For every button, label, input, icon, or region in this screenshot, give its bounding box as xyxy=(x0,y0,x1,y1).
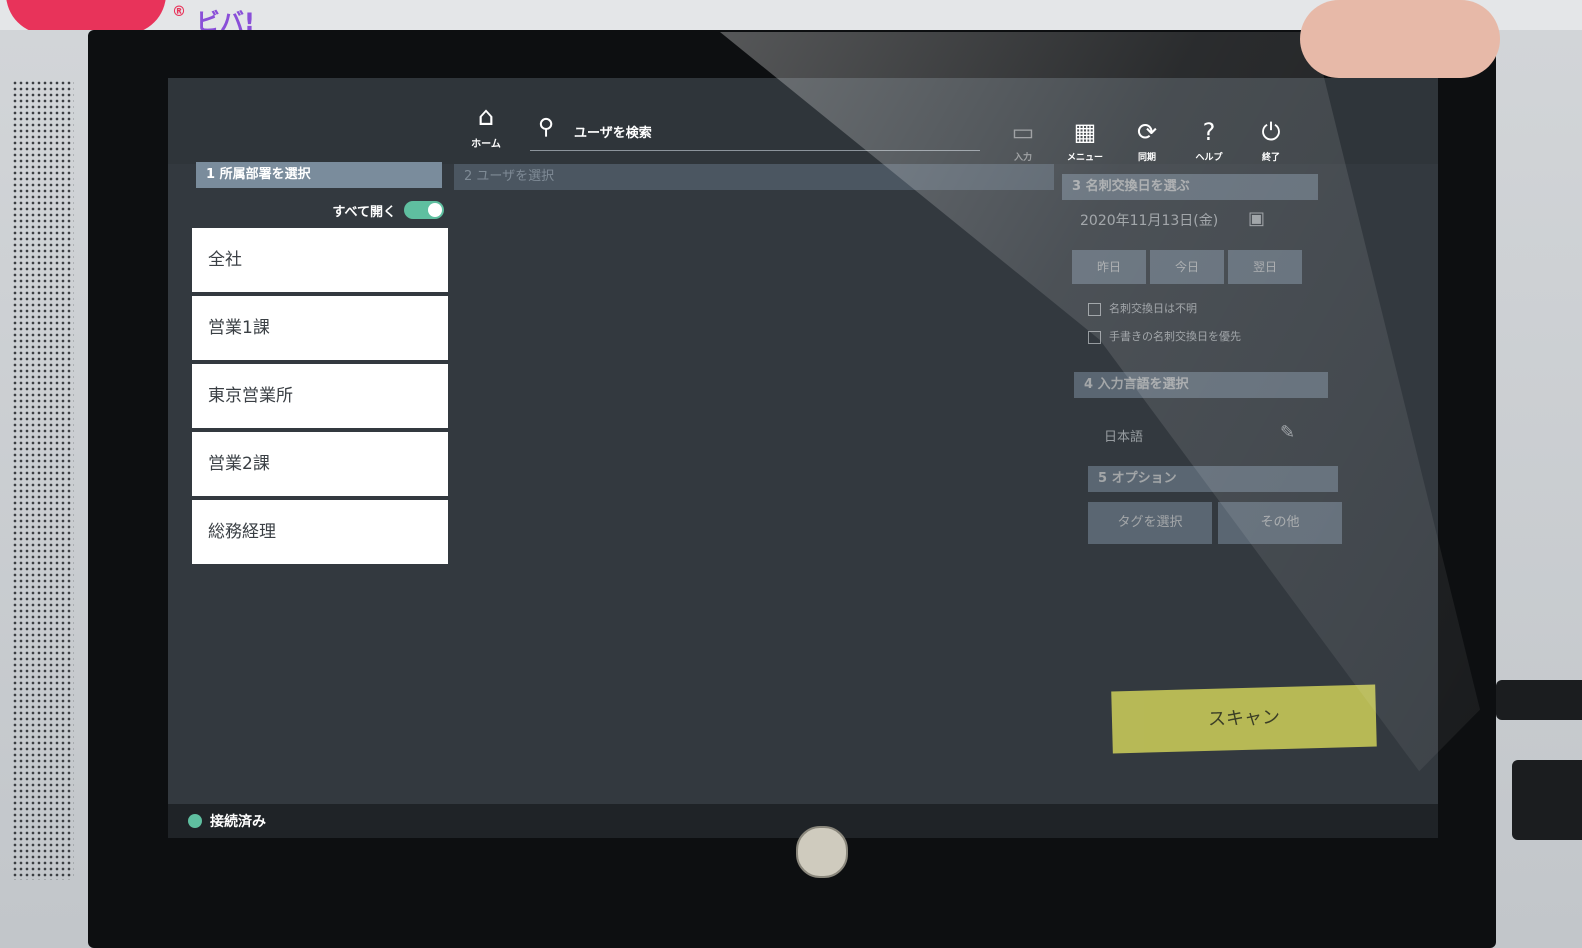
calendar-icon[interactable]: ▣ xyxy=(1248,208,1265,229)
department-item[interactable]: 東京営業所 xyxy=(192,364,448,428)
side-port xyxy=(1496,680,1582,720)
sync-button[interactable]: ⟳ 同期 xyxy=(1118,118,1176,163)
input-label: 入力 xyxy=(1013,153,1032,163)
power-label: 終了 xyxy=(1261,153,1280,163)
department-list: 全社 営業1課 東京営業所 営業2課 総務経理 xyxy=(192,228,448,568)
speaker-grille-left xyxy=(12,80,74,880)
expand-all-label: すべて開く xyxy=(332,205,396,220)
sync-icon: ⟳ xyxy=(1136,118,1158,146)
department-item[interactable]: 総務経理 xyxy=(192,500,448,564)
department-item[interactable]: 営業1課 xyxy=(192,296,448,360)
input-button[interactable]: ▭ 入力 xyxy=(994,118,1052,163)
app-screen: ⌂ ホーム ⚲ ユーザを検索 ▭ 入力 ▦ メニュー ⟳ 同期 ? ヘルプ ⏻ … xyxy=(168,78,1438,838)
status-indicator xyxy=(188,814,202,828)
help-label: ヘルプ xyxy=(1195,153,1223,163)
sync-label: 同期 xyxy=(1137,153,1156,163)
language-value: 日本語 xyxy=(1104,430,1144,445)
toolbar: ⌂ ホーム ⚲ ユーザを検索 ▭ 入力 ▦ メニュー ⟳ 同期 ? ヘルプ ⏻ … xyxy=(168,78,1438,164)
section-options: 5 オプション xyxy=(1088,466,1338,492)
home-label: ホーム xyxy=(471,139,501,150)
section-language: 4 入力言語を選択 xyxy=(1074,372,1328,398)
help-button[interactable]: ? ヘルプ xyxy=(1180,118,1238,163)
registered-mark: ® xyxy=(172,4,186,20)
date-nav: 昨日 今日 翌日 xyxy=(1072,250,1306,284)
checkbox-label: 手書きの名刺交換日を優先 xyxy=(1109,330,1241,343)
checkbox-label: 名刺交換日は不明 xyxy=(1109,302,1197,315)
unknown-date-checkbox[interactable]: 名刺交換日は不明 xyxy=(1088,300,1197,316)
yesterday-button[interactable]: 昨日 xyxy=(1072,250,1146,284)
section-department: 1 所属部署を選択 xyxy=(196,162,442,188)
section-user: 2 ユーザを選択 xyxy=(454,164,1054,190)
today-button[interactable]: 今日 xyxy=(1150,250,1224,284)
section-date: 3 名刺交換日を選ぶ xyxy=(1062,174,1318,200)
grid-menu-icon: ▦ xyxy=(1073,118,1097,146)
search-icon: ⚲ xyxy=(538,115,555,140)
expand-all-toggle[interactable] xyxy=(404,201,444,219)
hardware-home-button[interactable] xyxy=(796,826,848,878)
pencil-icon[interactable]: ✎ xyxy=(1280,422,1295,443)
help-icon: ? xyxy=(1202,118,1216,146)
handwritten-date-checkbox[interactable]: 手書きの名刺交換日を優先 xyxy=(1088,328,1241,344)
input-icon: ▭ xyxy=(1011,118,1035,146)
home-icon: ⌂ xyxy=(477,102,495,132)
logo-swoosh xyxy=(6,0,166,34)
toggle-knob xyxy=(428,203,442,217)
menu-label: メニュー xyxy=(1066,153,1103,163)
expand-all-row: すべて開く xyxy=(308,198,444,222)
menu-button[interactable]: ▦ メニュー xyxy=(1056,118,1114,163)
tomorrow-button[interactable]: 翌日 xyxy=(1228,250,1302,284)
select-tag-button[interactable]: タグを選択 xyxy=(1088,502,1212,544)
search-placeholder: ユーザを検索 xyxy=(574,126,652,141)
checkbox-box xyxy=(1088,302,1101,316)
department-item[interactable]: 全社 xyxy=(192,228,448,292)
finger xyxy=(1300,0,1500,78)
checkbox-box xyxy=(1088,330,1101,344)
department-item[interactable]: 営業2課 xyxy=(192,432,448,496)
search-field[interactable]: ⚲ ユーザを検索 xyxy=(530,112,980,151)
power-icon: ⏻ xyxy=(1261,118,1281,146)
home-button[interactable]: ⌂ ホーム xyxy=(462,102,510,154)
side-port-lower xyxy=(1512,760,1582,840)
options-row: タグを選択 その他 xyxy=(1088,502,1348,544)
power-button[interactable]: ⏻ 終了 xyxy=(1242,118,1300,163)
exchange-date: 2020年11月13日(金) xyxy=(1080,213,1219,229)
status-text: 接続済み xyxy=(210,814,266,830)
scan-button[interactable]: スキャン xyxy=(1111,684,1377,754)
other-button[interactable]: その他 xyxy=(1218,502,1342,544)
